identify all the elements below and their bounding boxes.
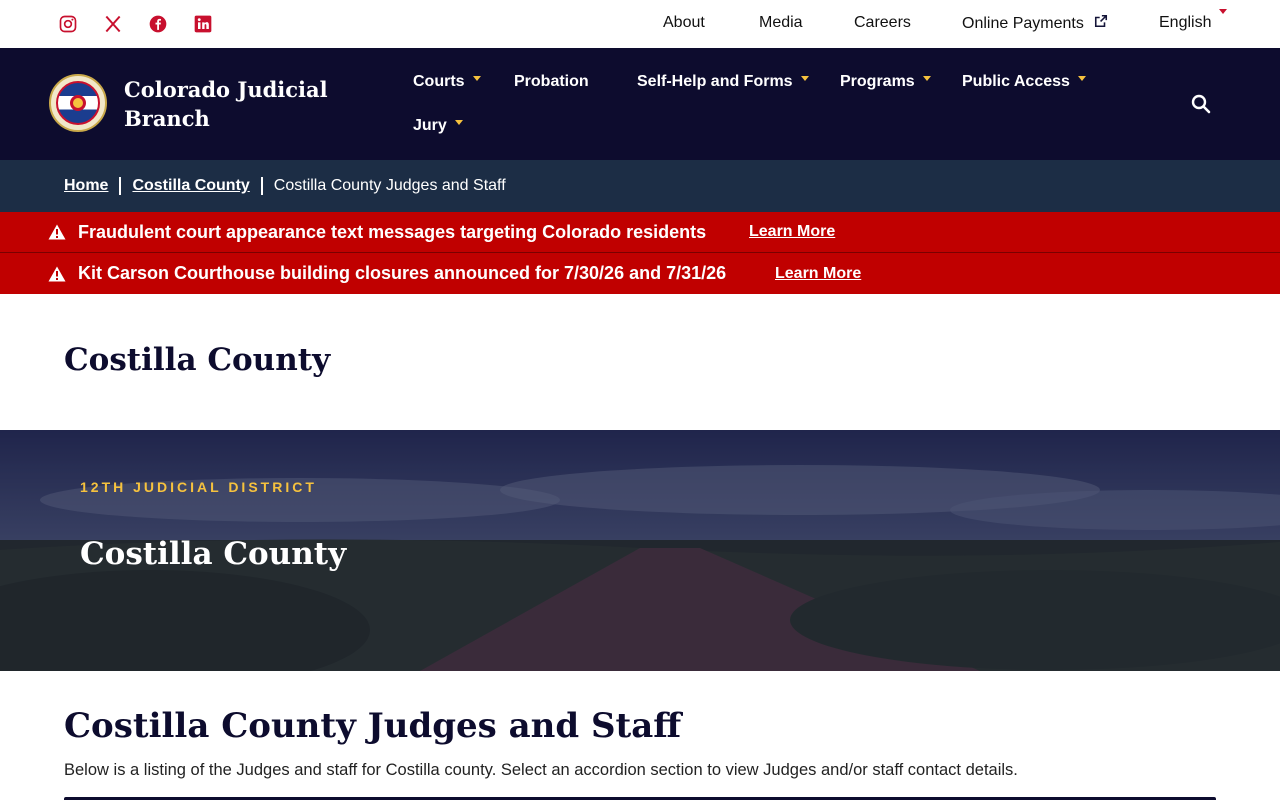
nav-public-access[interactable]: Public Access <box>962 73 1086 91</box>
hero-banner: 12TH JUDICIAL DISTRICT Costilla County <box>0 430 1280 671</box>
alert-message: Fraudulent court appearance text message… <box>78 221 707 242</box>
search-icon <box>1191 94 1211 114</box>
utility-bar: About Media Careers Online Payments Engl… <box>0 0 1280 48</box>
brand-title-line2: Branch <box>124 106 210 131</box>
breadcrumb: Home Costilla County Costilla County Jud… <box>0 160 1280 212</box>
colorado-courts-seal-logo[interactable] <box>49 74 107 132</box>
warning-icon <box>48 266 66 281</box>
external-link-icon <box>1095 14 1108 28</box>
breadcrumb-county[interactable]: Costilla County <box>132 177 249 195</box>
linkedin-icon[interactable] <box>191 12 215 36</box>
brand-title[interactable]: Colorado Judicial Branch <box>124 75 344 133</box>
seal-center <box>70 95 86 111</box>
alert-learn-more-link[interactable]: Learn More <box>775 265 861 283</box>
chevron-down-icon <box>800 75 809 81</box>
online-payments-link[interactable]: Online Payments <box>962 14 1108 33</box>
section-description: Below is a listing of the Judges and sta… <box>64 761 1018 779</box>
about-label: About <box>663 14 705 31</box>
careers-label: Careers <box>854 14 911 31</box>
alert-banner: Fraudulent court appearance text message… <box>0 212 1280 253</box>
alert-message: Kit Carson Courthouse building closures … <box>78 263 727 283</box>
seal-emblem <box>56 81 100 125</box>
online-payments-label: Online Payments <box>962 15 1084 32</box>
nav-probation-label: Probation <box>514 73 589 90</box>
x-icon[interactable] <box>101 12 125 36</box>
chevron-down-icon <box>1077 75 1086 81</box>
instagram-icon[interactable] <box>56 12 80 36</box>
search-button[interactable] <box>1190 93 1212 115</box>
nav-probation[interactable]: Probation <box>514 73 589 91</box>
language-label: English <box>1159 14 1212 31</box>
about-link[interactable]: About <box>663 14 705 32</box>
breadcrumb-separator <box>119 177 122 195</box>
nav-programs-label: Programs <box>840 73 915 90</box>
main-navigation: Colorado Judicial Branch Courts Probatio… <box>0 48 1280 160</box>
nav-courts-label: Courts <box>413 73 465 90</box>
warning-icon <box>48 224 66 240</box>
chevron-down-icon <box>1219 9 1228 31</box>
facebook-icon[interactable] <box>146 12 170 36</box>
chevron-down-icon <box>922 75 931 81</box>
nav-public-access-label: Public Access <box>962 73 1070 90</box>
nav-programs[interactable]: Programs <box>840 73 931 91</box>
chevron-down-icon <box>454 119 463 125</box>
breadcrumb-separator <box>260 177 263 195</box>
language-selector[interactable]: English <box>1159 9 1228 32</box>
hero-title: Costilla County <box>80 536 347 572</box>
breadcrumb-current: Costilla County Judges and Staff <box>273 177 506 194</box>
media-label: Media <box>759 14 803 31</box>
nav-self-help[interactable]: Self-Help and Forms <box>637 73 809 91</box>
careers-link[interactable]: Careers <box>854 14 911 32</box>
chevron-down-icon <box>472 75 481 81</box>
brand-title-line1: Colorado Judicial <box>124 77 328 102</box>
media-link[interactable]: Media <box>759 14 803 32</box>
nav-jury[interactable]: Jury <box>413 117 463 135</box>
hero-eyebrow: 12TH JUDICIAL DISTRICT <box>80 479 317 495</box>
nav-courts[interactable]: Courts <box>413 73 481 91</box>
nav-jury-label: Jury <box>413 117 447 134</box>
section-title: Costilla County Judges and Staff <box>64 706 682 746</box>
alert-learn-more-link[interactable]: Learn More <box>749 223 835 241</box>
social-links <box>56 12 236 36</box>
alert-banner: Kit Carson Courthouse building closures … <box>0 253 1280 294</box>
nav-self-help-label: Self-Help and Forms <box>637 73 793 90</box>
breadcrumb-home[interactable]: Home <box>64 177 108 195</box>
page-title: Costilla County <box>64 342 331 378</box>
